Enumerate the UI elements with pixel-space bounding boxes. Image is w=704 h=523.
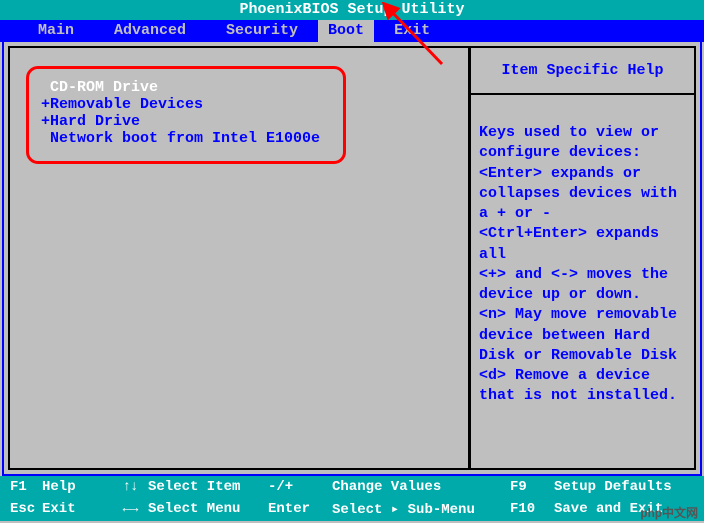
label-setup-defaults: Setup Defaults — [554, 479, 704, 495]
help-panel: Item Specific Help Keys used to view or … — [471, 46, 696, 470]
label-select-item: Select Item — [148, 479, 268, 495]
key-esc[interactable]: Esc — [0, 501, 42, 517]
boot-item-network[interactable]: Network boot from Intel E1000e — [41, 130, 331, 147]
key-plusminus[interactable]: -/+ — [268, 479, 332, 495]
label-save-exit: Save and Exit — [554, 501, 704, 517]
footer-row-1: F1 Help ↑↓ Select Item -/+ Change Values… — [0, 476, 704, 498]
menu-item-main[interactable]: Main — [18, 20, 94, 42]
boot-panel: CD-ROM Drive +Removable Devices +Hard Dr… — [8, 46, 471, 470]
title-bar: PhoenixBIOS Setup Utility — [0, 0, 704, 20]
footer: F1 Help ↑↓ Select Item -/+ Change Values… — [0, 476, 704, 521]
boot-order-list[interactable]: CD-ROM Drive +Removable Devices +Hard Dr… — [26, 66, 346, 164]
label-select-menu: Select Menu — [148, 501, 268, 517]
key-f1[interactable]: F1 — [0, 479, 42, 495]
menu-bar: Main Advanced Security Boot Exit — [0, 20, 704, 42]
help-title: Item Specific Help — [471, 48, 694, 95]
key-leftright[interactable]: ←→ — [112, 501, 148, 517]
key-f10[interactable]: F10 — [510, 501, 554, 517]
key-f9[interactable]: F9 — [510, 479, 554, 495]
boot-item-harddrive[interactable]: +Hard Drive — [41, 113, 331, 130]
menu-item-advanced[interactable]: Advanced — [94, 20, 206, 42]
boot-item-cdrom[interactable]: CD-ROM Drive — [41, 79, 331, 96]
menu-item-security[interactable]: Security — [206, 20, 318, 42]
menu-item-exit[interactable]: Exit — [374, 20, 450, 42]
help-body: Keys used to view or configure devices: … — [471, 95, 694, 415]
label-help: Help — [42, 479, 112, 495]
main-area: CD-ROM Drive +Removable Devices +Hard Dr… — [2, 42, 702, 476]
menu-item-boot[interactable]: Boot — [318, 20, 374, 42]
label-change-values: Change Values — [332, 479, 510, 495]
footer-row-2: Esc Exit ←→ Select Menu Enter Select ▸ S… — [0, 498, 704, 520]
key-enter[interactable]: Enter — [268, 501, 332, 517]
label-exit: Exit — [42, 501, 112, 517]
boot-item-removable[interactable]: +Removable Devices — [41, 96, 331, 113]
key-updown[interactable]: ↑↓ — [112, 479, 148, 495]
label-select-submenu: Select ▸ Sub-Menu — [332, 501, 510, 518]
